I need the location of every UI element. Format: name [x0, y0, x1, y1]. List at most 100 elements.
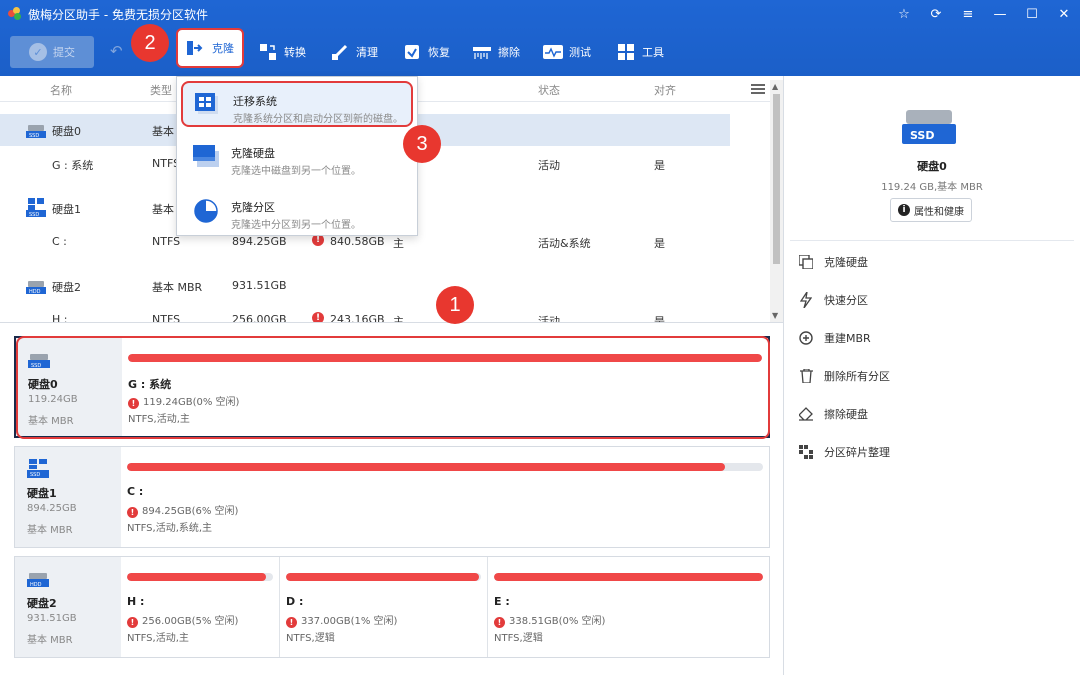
- hdd-disk-icon: HDD: [27, 573, 49, 588]
- convert-label: 转换: [284, 46, 306, 59]
- row-type: 基本: [152, 125, 174, 138]
- col-type[interactable]: 类型: [150, 82, 172, 98]
- op-delete-all-partitions[interactable]: 删除所有分区: [798, 365, 890, 387]
- scroll-thumb[interactable]: [773, 94, 780, 264]
- clone-disk-icon: [193, 145, 219, 167]
- usage-bar: [127, 573, 273, 581]
- menu-icon[interactable]: ≡: [952, 0, 984, 28]
- usage-bar: [128, 354, 762, 362]
- disk-size: 894.25GB: [27, 503, 77, 514]
- test-button[interactable]: 测试: [543, 38, 591, 66]
- scroll-down-icon[interactable]: ▼: [772, 311, 778, 320]
- partition-fs: NTFS,活动,系统,主: [127, 523, 213, 534]
- rebuild-mbr-icon: [798, 330, 814, 346]
- table-row[interactable]: HDD 硬盘2 基本 MBR 931.51GB: [0, 270, 730, 302]
- op-wipe-disk[interactable]: 擦除硬盘: [798, 403, 868, 425]
- scroll-up-icon[interactable]: ▲: [772, 82, 778, 91]
- partition-info: ! 894.25GB(6% 空闲): [127, 502, 238, 518]
- properties-health-button[interactable]: i 属性和健康: [890, 198, 972, 222]
- disk-type: 基本 MBR: [28, 416, 74, 427]
- refresh-icon[interactable]: ⟳: [920, 0, 952, 28]
- star-icon[interactable]: ☆: [888, 0, 920, 28]
- disk-card-1[interactable]: SSD 硬盘1 894.25GB 基本 MBR C : ! 894.25GB(6%…: [14, 446, 770, 548]
- svg-text:HDD: HDD: [30, 582, 42, 588]
- disk-card-0[interactable]: SSD 硬盘0 119.24GB 基本 MBR G : 系统 ! 119.24GB…: [14, 336, 770, 438]
- op-rebuild-mbr[interactable]: 重建MBR: [798, 327, 871, 349]
- row-type: NTFS: [152, 235, 181, 248]
- clone-partition-icon: [194, 199, 218, 223]
- app-logo-icon: [8, 7, 22, 21]
- disk-card-2[interactable]: HDD 硬盘2 931.51GB 基本 MBR H : ! 256.00GB(5%…: [14, 556, 770, 658]
- svg-text:HDD: HDD: [29, 289, 41, 295]
- partition-e[interactable]: E : ! 338.51GB(0% 空闲) NTFS,逻辑: [487, 557, 769, 657]
- recover-button[interactable]: 恢复: [402, 38, 450, 66]
- op-clone-disk[interactable]: 克隆硬盘: [798, 251, 868, 273]
- convert-icon: [258, 43, 278, 61]
- ssd-label: SSD: [910, 129, 934, 142]
- table-row[interactable]: H : NTFS 256.00GB ! 243.16GB 主 活动 是: [0, 304, 730, 322]
- undo-icon[interactable]: ↶: [110, 42, 123, 60]
- wipe-label: 擦除: [498, 46, 520, 59]
- selected-disk-name: 硬盘0: [917, 160, 947, 173]
- partition-info: ! 256.00GB(5% 空闲): [127, 612, 238, 628]
- clone-icon: [186, 39, 206, 57]
- menu-item-clone-disk[interactable]: 克隆硬盘 克隆选中磁盘到另一个位置。: [181, 135, 413, 181]
- wipe-button[interactable]: 擦除: [472, 38, 520, 66]
- partition-label: D :: [286, 595, 304, 608]
- ssd-disk-icon: SSD: [26, 125, 46, 139]
- callout-badge-2: 2: [131, 24, 169, 62]
- col-align[interactable]: 对齐: [654, 82, 676, 98]
- divider: [0, 322, 783, 323]
- column-settings-icon[interactable]: [751, 84, 765, 94]
- partition-label: E :: [494, 595, 510, 608]
- right-panel: SSD 硬盘0 119.24 GB,基本 MBR i 属性和健康 克隆硬盘 快速…: [784, 76, 1080, 675]
- window-title: 傲梅分区助手 - 免费无损分区软件: [28, 7, 208, 22]
- row-mode: 主: [393, 315, 404, 322]
- row-type: 基本: [152, 203, 174, 216]
- submit-button[interactable]: ✓ 提交: [10, 36, 94, 68]
- close-icon[interactable]: ✕: [1048, 0, 1080, 28]
- info-icon: i: [898, 204, 910, 216]
- list-scrollbar[interactable]: ▲ ▼: [770, 80, 783, 322]
- svg-text:SSD: SSD: [29, 212, 39, 218]
- clone-dropdown-menu: 迁移系统 克隆系统分区和启动分区到新的磁盘。 克隆硬盘 克隆选中磁盘到另一个位置…: [176, 76, 418, 236]
- row-name: G : 系统: [52, 159, 94, 172]
- row-align: 是: [654, 159, 665, 172]
- partition-d[interactable]: D : ! 337.00GB(1% 空闲) NTFS,逻辑: [279, 557, 487, 657]
- convert-button[interactable]: 转换: [258, 38, 306, 66]
- partition-h[interactable]: H : ! 256.00GB(5% 空闲) NTFS,活动,主: [121, 557, 279, 657]
- partition-fs: NTFS,逻辑: [286, 633, 335, 644]
- clean-button[interactable]: 清理: [330, 38, 378, 66]
- row-status: 活动&系统: [538, 237, 591, 250]
- clone-button[interactable]: 克隆: [176, 28, 244, 68]
- row-status: 活动: [538, 159, 560, 172]
- menu-item-clone-partition[interactable]: 克隆分区 克隆选中分区到另一个位置。: [181, 189, 413, 235]
- row-align: 是: [654, 237, 665, 250]
- disk-type: 基本 MBR: [27, 635, 73, 646]
- warning-icon: !: [127, 617, 138, 628]
- tools-button[interactable]: 工具: [616, 38, 664, 66]
- recover-icon: [402, 43, 422, 61]
- selected-disk-info: 119.24 GB,基本 MBR: [881, 182, 983, 193]
- op-quick-partition[interactable]: 快速分区: [798, 289, 868, 311]
- disk-card-side: HDD 硬盘2 931.51GB 基本 MBR: [15, 557, 121, 657]
- warning-icon: !: [286, 617, 297, 628]
- tools-icon: [616, 43, 636, 61]
- partition-label: H :: [127, 595, 145, 608]
- col-name[interactable]: 名称: [50, 82, 72, 98]
- partition-label: G : 系统: [128, 378, 172, 391]
- disk-name: 硬盘0: [28, 378, 58, 391]
- row-name: 硬盘1: [52, 203, 81, 216]
- row-name: 硬盘2: [52, 281, 81, 294]
- divider: [790, 240, 1074, 241]
- ssd-disk-icon: SSD: [27, 459, 49, 478]
- disk-card-side: SSD 硬盘1 894.25GB 基本 MBR: [15, 447, 121, 547]
- minimize-icon[interactable]: —: [984, 0, 1016, 28]
- col-status[interactable]: 状态: [538, 82, 560, 98]
- maximize-icon[interactable]: ☐: [1016, 0, 1048, 28]
- partition-info: ! 337.00GB(1% 空闲): [286, 612, 397, 628]
- partition-c[interactable]: C : ! 894.25GB(6% 空闲) NTFS,活动,系统,主: [121, 447, 769, 547]
- op-defrag[interactable]: 分区碎片整理: [798, 441, 890, 463]
- partition-g[interactable]: G : 系统 ! 119.24GB(0% 空闲) NTFS,活动,主: [122, 338, 768, 436]
- menu-item-migrate-os[interactable]: 迁移系统 克隆系统分区和启动分区到新的磁盘。: [181, 81, 413, 127]
